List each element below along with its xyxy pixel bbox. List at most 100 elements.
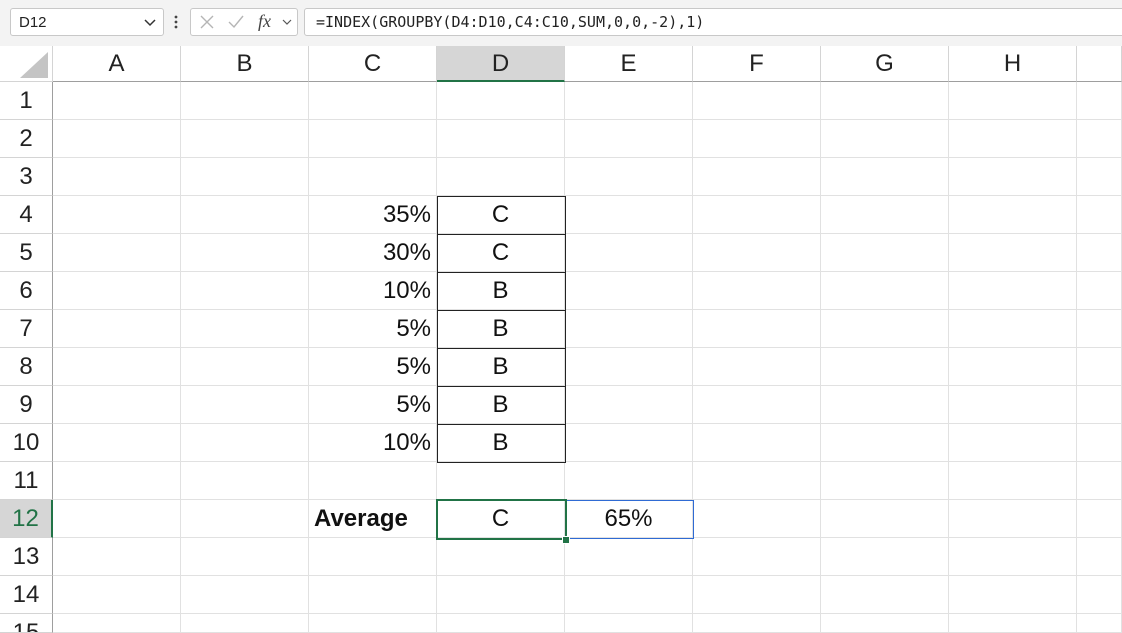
grid-cell[interactable] bbox=[821, 424, 949, 462]
grid-cell[interactable] bbox=[565, 386, 693, 424]
grid-cell[interactable] bbox=[821, 310, 949, 348]
column-header-f[interactable]: F bbox=[693, 46, 821, 82]
cell-c9[interactable]: 5% bbox=[309, 386, 437, 424]
grid-cell[interactable] bbox=[437, 576, 565, 614]
grid-cell[interactable] bbox=[821, 538, 949, 576]
grid-cell[interactable] bbox=[949, 462, 1077, 500]
cell-c7[interactable]: 5% bbox=[309, 310, 437, 348]
grid-cell[interactable] bbox=[565, 614, 693, 633]
grid-cell[interactable] bbox=[949, 272, 1077, 310]
grid-cell[interactable] bbox=[821, 82, 949, 120]
grid-cell[interactable] bbox=[181, 310, 309, 348]
grid-cell[interactable] bbox=[53, 424, 181, 462]
grid-cell[interactable] bbox=[565, 120, 693, 158]
column-header-d[interactable]: D bbox=[437, 46, 565, 82]
grid-cell[interactable] bbox=[821, 386, 949, 424]
chevron-down-icon[interactable] bbox=[143, 15, 157, 29]
grid-cell[interactable] bbox=[949, 120, 1077, 158]
grid-cell[interactable] bbox=[309, 120, 437, 158]
column-header-partial[interactable] bbox=[1077, 46, 1122, 82]
grid-cell[interactable] bbox=[1077, 272, 1122, 310]
cell-d10[interactable]: B bbox=[437, 424, 565, 462]
row-header-11[interactable]: 11 bbox=[0, 462, 53, 500]
grid-cell[interactable] bbox=[1077, 462, 1122, 500]
grid-cell[interactable] bbox=[309, 576, 437, 614]
grid-cell[interactable] bbox=[437, 120, 565, 158]
grid-cell[interactable] bbox=[693, 196, 821, 234]
grid-cell[interactable] bbox=[53, 576, 181, 614]
cell-c6[interactable]: 10% bbox=[309, 272, 437, 310]
grid-cell[interactable] bbox=[53, 196, 181, 234]
grid-cell[interactable] bbox=[1077, 386, 1122, 424]
column-header-g[interactable]: G bbox=[821, 46, 949, 82]
grid-cell[interactable] bbox=[821, 576, 949, 614]
row-header-15[interactable]: 15 bbox=[0, 614, 53, 633]
grid-cell[interactable] bbox=[309, 538, 437, 576]
grid-cell[interactable] bbox=[949, 234, 1077, 272]
grid-cell[interactable] bbox=[693, 462, 821, 500]
grid-cell[interactable] bbox=[821, 462, 949, 500]
column-header-c[interactable]: C bbox=[309, 46, 437, 82]
grid-cell[interactable] bbox=[693, 120, 821, 158]
grid-cell[interactable] bbox=[693, 82, 821, 120]
grid-cell[interactable] bbox=[181, 272, 309, 310]
grid-cell[interactable] bbox=[693, 272, 821, 310]
row-header-7[interactable]: 7 bbox=[0, 310, 53, 348]
grid-cell[interactable] bbox=[693, 348, 821, 386]
grid-cell[interactable] bbox=[693, 424, 821, 462]
grid-cell[interactable] bbox=[949, 538, 1077, 576]
grid-cell[interactable] bbox=[181, 576, 309, 614]
active-cell-selection[interactable] bbox=[436, 499, 567, 540]
grid-cell[interactable] bbox=[181, 82, 309, 120]
formula-input[interactable]: =INDEX(GROUPBY(D4:D10,C4:C10,SUM,0,0,-2)… bbox=[304, 8, 1122, 36]
row-header-2[interactable]: 2 bbox=[0, 120, 53, 158]
cell-c12-label[interactable]: Average bbox=[309, 500, 437, 538]
grid-cell[interactable] bbox=[181, 614, 309, 633]
grid-cell[interactable] bbox=[565, 196, 693, 234]
grid-cell[interactable] bbox=[693, 158, 821, 196]
grid-cell[interactable] bbox=[53, 386, 181, 424]
grid-cell[interactable] bbox=[565, 538, 693, 576]
grid-cell[interactable] bbox=[949, 576, 1077, 614]
column-header-h[interactable]: H bbox=[949, 46, 1077, 82]
grid-cell[interactable] bbox=[821, 614, 949, 633]
cell-d4[interactable]: C bbox=[437, 196, 565, 234]
grid-cell[interactable] bbox=[53, 348, 181, 386]
grid-cell[interactable] bbox=[565, 82, 693, 120]
grid-cell[interactable] bbox=[565, 310, 693, 348]
column-header-e[interactable]: E bbox=[565, 46, 693, 82]
row-header-4[interactable]: 4 bbox=[0, 196, 53, 234]
grid-cell[interactable] bbox=[181, 386, 309, 424]
grid-cell[interactable] bbox=[1077, 538, 1122, 576]
grid-cell[interactable] bbox=[53, 158, 181, 196]
grid-cell[interactable] bbox=[693, 614, 821, 633]
row-header-3[interactable]: 3 bbox=[0, 158, 53, 196]
grid-cell[interactable] bbox=[53, 614, 181, 633]
cell-e12[interactable]: 65% bbox=[565, 500, 693, 538]
grid-cell[interactable] bbox=[181, 538, 309, 576]
row-header-9[interactable]: 9 bbox=[0, 386, 53, 424]
grid-cell[interactable] bbox=[309, 82, 437, 120]
cell-c8[interactable]: 5% bbox=[309, 348, 437, 386]
row-header-14[interactable]: 14 bbox=[0, 576, 53, 614]
grid-cell[interactable] bbox=[565, 234, 693, 272]
grid-cell[interactable] bbox=[821, 234, 949, 272]
grid-cell[interactable] bbox=[693, 576, 821, 614]
column-header-b[interactable]: B bbox=[181, 46, 309, 82]
grid-cell[interactable] bbox=[181, 234, 309, 272]
more-options-icon[interactable] bbox=[172, 14, 180, 30]
grid-cell[interactable] bbox=[1077, 120, 1122, 158]
grid-cell[interactable] bbox=[53, 310, 181, 348]
cell-c4[interactable]: 35% bbox=[309, 196, 437, 234]
cell-d6[interactable]: B bbox=[437, 272, 565, 310]
grid-cell[interactable] bbox=[437, 82, 565, 120]
column-header-a[interactable]: A bbox=[53, 46, 181, 82]
grid-cell[interactable] bbox=[565, 348, 693, 386]
row-header-13[interactable]: 13 bbox=[0, 538, 53, 576]
row-header-12[interactable]: 12 bbox=[0, 500, 53, 538]
grid-cell[interactable] bbox=[693, 386, 821, 424]
row-header-1[interactable]: 1 bbox=[0, 82, 53, 120]
grid-cell[interactable] bbox=[53, 500, 181, 538]
grid-cell[interactable] bbox=[949, 386, 1077, 424]
grid-cell[interactable] bbox=[53, 120, 181, 158]
